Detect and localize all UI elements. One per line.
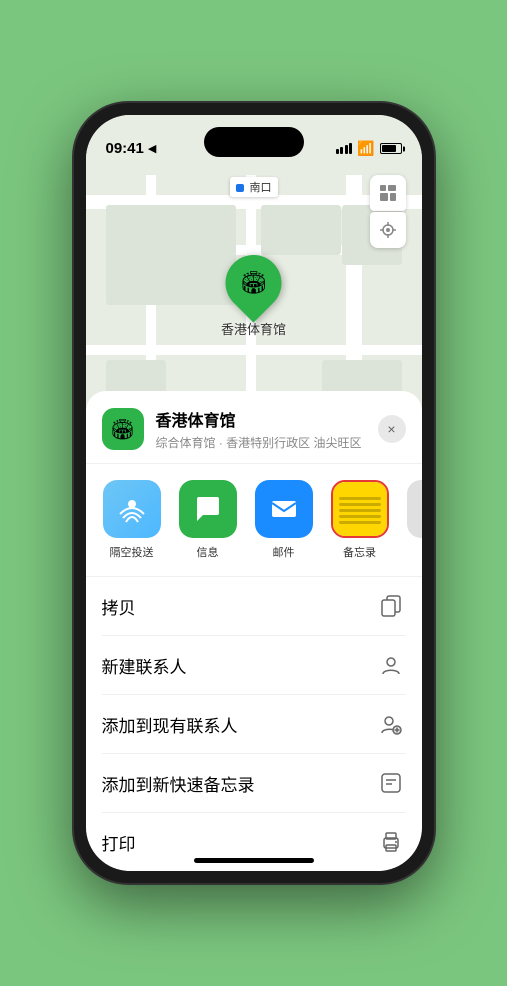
- share-item-message[interactable]: 信息: [174, 480, 242, 560]
- home-indicator: [194, 858, 314, 863]
- share-item-airdrop[interactable]: 隔空投送: [98, 480, 166, 560]
- print-icon: [376, 827, 406, 857]
- place-icon: 🏟: [102, 408, 144, 450]
- action-list: 拷贝 新建联系人: [86, 577, 422, 871]
- add-quick-note-label: 添加到新快速备忘录: [102, 771, 255, 796]
- quick-note-icon: [376, 768, 406, 798]
- action-copy[interactable]: 拷贝: [102, 577, 406, 636]
- place-description: 综合体育馆 · 香港特别行政区 油尖旺区: [156, 434, 378, 451]
- action-new-contact[interactable]: 新建联系人: [102, 636, 406, 695]
- place-emoji: 🏟: [110, 417, 135, 442]
- phone-frame: 09:41 ◀ 📶: [74, 103, 434, 883]
- new-contact-icon: [376, 650, 406, 680]
- phone-screen: 09:41 ◀ 📶: [86, 115, 422, 871]
- notes-inner: [333, 482, 387, 536]
- message-icon-wrap: [179, 480, 237, 538]
- new-contact-label: 新建联系人: [102, 653, 187, 678]
- share-item-mail[interactable]: 邮件: [250, 480, 318, 560]
- stadium-icon: 🏟: [240, 270, 268, 296]
- battery-icon: [380, 143, 402, 154]
- location-arrow-icon: ◀: [148, 142, 156, 155]
- mail-label: 邮件: [273, 544, 295, 560]
- signal-bars-icon: [336, 143, 353, 154]
- print-label: 打印: [102, 830, 136, 855]
- location-button[interactable]: [370, 212, 406, 248]
- notes-label: 备忘录: [343, 544, 376, 560]
- share-row: 隔空投送 信息: [86, 464, 422, 577]
- add-existing-contact-label: 添加到现有联系人: [102, 712, 238, 737]
- close-button[interactable]: ×: [378, 415, 406, 443]
- airdrop-label: 隔空投送: [110, 544, 154, 560]
- marker-pin: 🏟: [214, 243, 293, 322]
- mail-icon-wrap: [255, 480, 313, 538]
- message-label: 信息: [197, 544, 219, 560]
- notes-icon-wrap: [331, 480, 389, 538]
- add-contact-icon: [376, 709, 406, 739]
- status-time: 09:41: [106, 140, 144, 157]
- wifi-icon: 📶: [357, 140, 374, 157]
- copy-icon: [376, 591, 406, 621]
- bottom-sheet: 🏟 香港体育馆 综合体育馆 · 香港特别行政区 油尖旺区 ×: [86, 391, 422, 871]
- dynamic-island: [204, 127, 304, 157]
- map-type-button[interactable]: [370, 175, 406, 211]
- place-name: 香港体育馆: [156, 407, 378, 431]
- share-item-more[interactable]: 提: [402, 480, 422, 560]
- map-label: 南口: [229, 177, 277, 197]
- stadium-marker: 🏟 香港体育馆: [221, 255, 286, 338]
- action-add-quick-note[interactable]: 添加到新快速备忘录: [102, 754, 406, 813]
- place-header: 🏟 香港体育馆 综合体育馆 · 香港特别行政区 油尖旺区 ×: [86, 391, 422, 464]
- more-icon-wrap: [407, 480, 422, 538]
- close-icon: ×: [387, 421, 395, 437]
- map-controls[interactable]: [370, 175, 406, 248]
- copy-label: 拷贝: [102, 594, 136, 619]
- place-info: 香港体育馆 综合体育馆 · 香港特别行政区 油尖旺区: [156, 407, 378, 451]
- share-item-notes[interactable]: 备忘录: [326, 480, 394, 560]
- airdrop-icon-wrap: [103, 480, 161, 538]
- action-add-existing-contact[interactable]: 添加到现有联系人: [102, 695, 406, 754]
- status-icons: 📶: [336, 140, 402, 157]
